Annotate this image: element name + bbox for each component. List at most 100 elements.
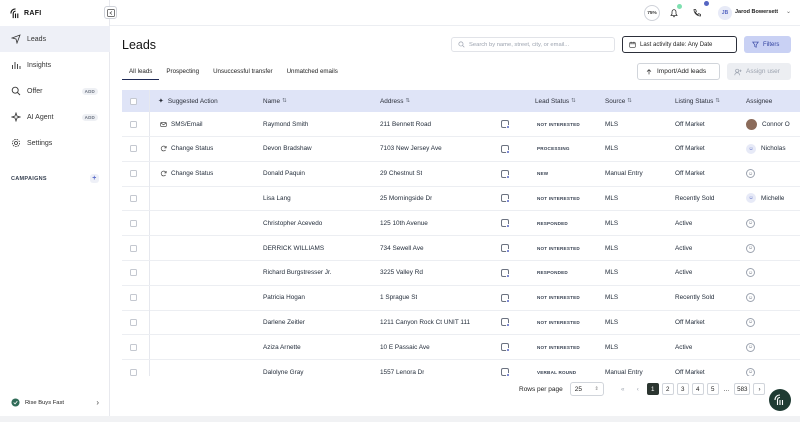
lead-name[interactable]: Devon Bradshaw [263, 137, 312, 161]
column-lead-status[interactable]: Lead Status ⇅ [535, 90, 576, 112]
import-leads-button[interactable]: Import/Add leads [637, 63, 720, 80]
assignee-cell[interactable]: ☺ [746, 286, 755, 310]
lead-address[interactable]: 10 E Passaic Ave [380, 335, 430, 359]
tab-all-leads[interactable]: All leads [122, 65, 160, 80]
property-info-button[interactable] [501, 335, 509, 359]
property-info-button[interactable] [501, 310, 509, 334]
row-checkbox[interactable] [130, 162, 137, 186]
assignee-cell[interactable]: ☺ Nicholas [746, 137, 786, 161]
status-badge[interactable]: NOT INTERESTED [537, 310, 580, 334]
sidebar-item-offer[interactable]: Offer ADD [0, 78, 110, 104]
table-row[interactable]: Christopher Acevedo 125 10th Avenue RESPON… [122, 211, 800, 237]
property-info-button[interactable] [501, 360, 509, 376]
sidebar-item-ai-agent[interactable]: AI Agent ADD [0, 104, 110, 130]
property-info-button[interactable] [501, 137, 509, 161]
row-checkbox[interactable] [130, 286, 137, 310]
lead-name[interactable]: Raymond Smith [263, 112, 308, 136]
page-button[interactable]: 1 [646, 383, 659, 395]
status-badge[interactable]: RESPONDED [537, 261, 568, 285]
org-switcher[interactable]: Rise Buys Fast › [11, 398, 99, 407]
table-row[interactable]: DERRICK WILLIAMS 734 Sewell Ave NOT INTERE… [122, 236, 800, 261]
row-checkbox[interactable] [130, 211, 137, 235]
next-page-button[interactable]: › [753, 383, 766, 395]
property-info-button[interactable] [501, 236, 509, 260]
row-checkbox[interactable] [130, 261, 137, 285]
property-info-button[interactable] [501, 211, 509, 235]
table-row[interactable]: Change Status Devon Bradshaw 7103 New Jers… [122, 136, 800, 162]
sidebar-item-insights[interactable]: Insights [0, 52, 110, 78]
table-row[interactable]: Change Status Donald Paquin 29 Chestnut St… [122, 161, 800, 187]
lead-address[interactable]: 25 Morningside Dr [380, 186, 432, 210]
status-badge[interactable]: NOT INTERESTED [537, 236, 580, 260]
lead-address[interactable]: 211 Bennett Road [380, 112, 431, 136]
table-row[interactable]: SMS/Email Raymond Smith 211 Bennett Road NO… [122, 112, 800, 137]
select-all-checkbox[interactable] [130, 90, 137, 112]
tab-unmatched-emails[interactable]: Unmatched emails [280, 65, 345, 80]
table-row[interactable]: Patricia Hogan 1 Sprague St NOT INTERESTED… [122, 285, 800, 311]
lead-name[interactable]: Darlene Zeitler [263, 310, 305, 334]
lead-address[interactable]: 125 10th Avenue [380, 211, 428, 235]
lead-name[interactable]: Donald Paquin [263, 162, 305, 186]
status-badge[interactable]: NEW [537, 162, 548, 186]
lead-name[interactable]: Lisa Lang [263, 186, 291, 210]
notifications-button[interactable] [667, 4, 682, 20]
assistant-fab[interactable] [769, 389, 791, 411]
assign-user-button[interactable]: Assign user [727, 63, 791, 80]
column-assignee[interactable]: Assignee [746, 90, 772, 112]
rows-per-page-select[interactable]: 25 ⇕ [569, 382, 604, 396]
column-name[interactable]: Name ⇅ [263, 90, 287, 112]
row-checkbox[interactable] [130, 186, 137, 210]
lead-address[interactable]: 3225 Valley Rd [380, 261, 423, 285]
property-info-button[interactable] [501, 112, 509, 136]
search-input[interactable]: Search by name, street, city, or email..… [451, 37, 615, 52]
property-info-button[interactable] [501, 261, 509, 285]
status-badge[interactable]: VERBAL ROUND [537, 360, 576, 376]
assignee-cell[interactable]: ☺ [746, 360, 755, 376]
status-badge[interactable]: NOT INTERESTED [537, 186, 580, 210]
add-badge[interactable]: ADD [81, 113, 98, 121]
first-page-button[interactable]: « [617, 383, 629, 395]
lead-address[interactable]: 7103 New Jersey Ave [380, 137, 442, 161]
user-avatar[interactable]: JB [718, 6, 732, 20]
filters-button[interactable]: Filters [744, 36, 791, 53]
table-row[interactable]: Lisa Lang 25 Morningside Dr NOT INTERESTED… [122, 186, 800, 212]
page-button[interactable]: 5 [706, 383, 719, 395]
assignee-cell[interactable]: ☺ [746, 335, 755, 359]
lead-name[interactable]: DERRICK WILLIAMS [263, 236, 324, 260]
table-row[interactable]: Darlene Zeitler 1211 Canyon Rock Ct UNIT … [122, 310, 800, 336]
table-row[interactable]: Dalolyne Gray 1557 Lenora Dr VERBAL ROUND M… [122, 360, 800, 376]
lead-name[interactable]: Patricia Hogan [263, 286, 305, 310]
property-info-button[interactable] [501, 186, 509, 210]
lead-name[interactable]: Christopher Acevedo [263, 211, 322, 235]
suggested-action-button[interactable]: Change Status [160, 137, 213, 161]
lead-name[interactable]: Aziza Arnette [263, 335, 301, 359]
status-badge[interactable]: RESPONDED [537, 211, 568, 235]
lead-address[interactable]: 1 Sprague St [380, 286, 417, 310]
activity-date-filter[interactable]: Last activity date: Any Date [622, 36, 737, 53]
collapse-sidebar-button[interactable] [104, 6, 117, 19]
tab-prospecting[interactable]: Prospecting [159, 65, 206, 80]
status-badge[interactable]: PROCESSING [537, 137, 570, 161]
lead-name[interactable]: Dalolyne Gray [263, 360, 304, 376]
assignee-cell[interactable]: ☺ [746, 162, 755, 186]
lead-address[interactable]: 29 Chestnut St [380, 162, 422, 186]
row-checkbox[interactable] [130, 236, 137, 260]
status-badge[interactable]: NOT INTERESTED [537, 335, 580, 359]
user-name[interactable]: Jarod Bowersett [735, 9, 778, 15]
phone-button[interactable] [690, 1, 709, 20]
lead-address[interactable]: 734 Sewell Ave [380, 236, 424, 260]
sidebar-item-leads[interactable]: Leads [0, 26, 110, 52]
suggested-action-button[interactable]: SMS/Email [160, 112, 203, 136]
column-listing-status[interactable]: Listing Status ⇅ [675, 90, 720, 112]
progress-indicator[interactable]: 75% [644, 5, 660, 21]
assignee-cell[interactable]: ☺ [746, 211, 755, 235]
app-logo[interactable]: RAFI [10, 8, 42, 19]
property-info-button[interactable] [501, 286, 509, 310]
lead-address[interactable]: 1557 Lenora Dr [380, 360, 424, 376]
assignee-cell[interactable]: ☺ [746, 236, 755, 260]
property-info-button[interactable] [501, 162, 509, 186]
last-page-number[interactable]: 583 [734, 383, 751, 395]
status-badge[interactable]: NOT INTERESTED [537, 286, 580, 310]
column-source[interactable]: Source ⇅ [605, 90, 632, 112]
page-button[interactable]: 3 [676, 383, 689, 395]
